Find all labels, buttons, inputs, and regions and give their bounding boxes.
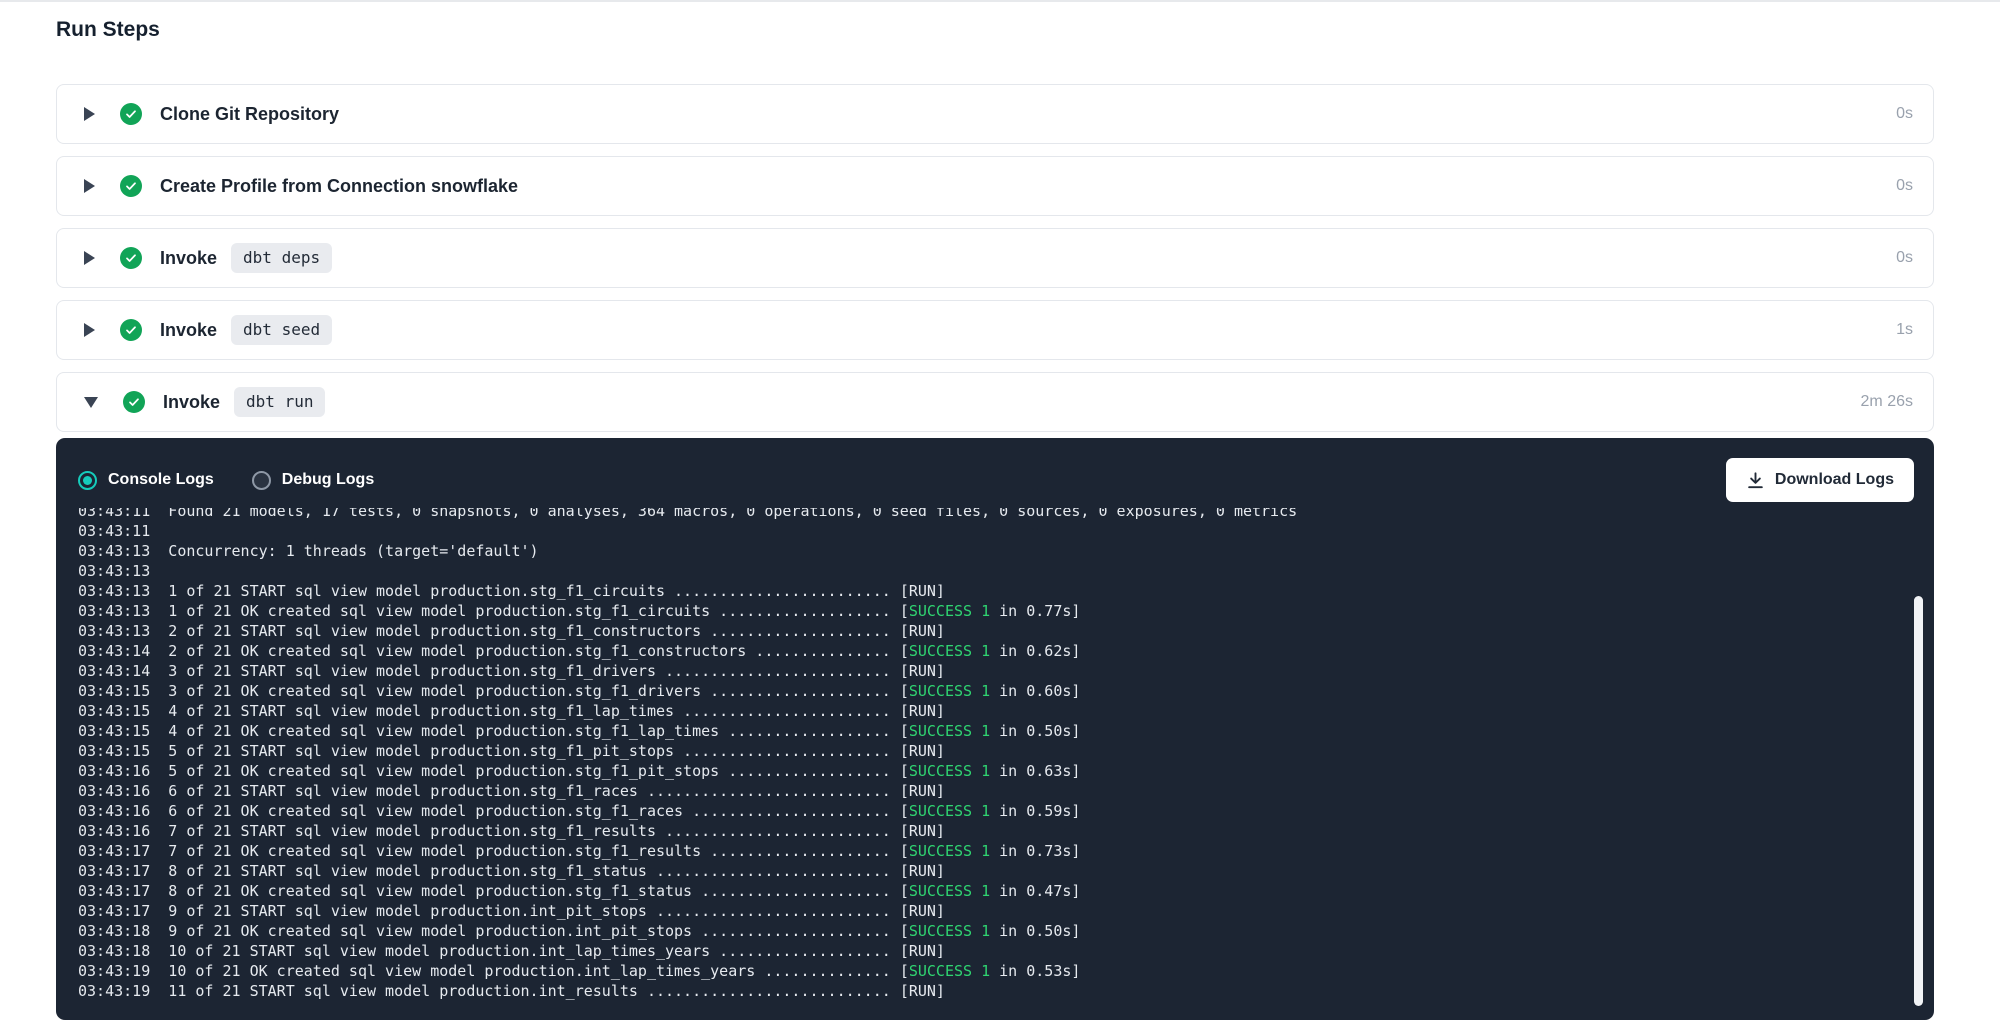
log-line: 03:43:18 9 of 21 OK created sql view mod… [78, 921, 1904, 941]
log-line: 03:43:18 10 of 21 START sql view model p… [78, 941, 1904, 961]
log-line: 03:43:15 4 of 21 OK created sql view mod… [78, 721, 1904, 741]
step-label: Invoke [160, 248, 217, 269]
log-line: 03:43:19 10 of 21 OK created sql view mo… [78, 961, 1904, 981]
download-icon [1746, 471, 1765, 490]
step-success-icon [120, 247, 142, 269]
log-line: 03:43:14 2 of 21 OK created sql view mod… [78, 641, 1904, 661]
log-line: 03:43:15 5 of 21 START sql view model pr… [78, 741, 1904, 761]
step-success-icon [123, 391, 145, 413]
step-success-icon [120, 103, 142, 125]
log-scrollbar-thumb[interactable] [1914, 596, 1923, 1006]
log-line: 03:43:14 3 of 21 START sql view model pr… [78, 661, 1904, 681]
radio-selected-icon[interactable] [78, 471, 97, 490]
step-command-chip: dbt run [234, 387, 325, 417]
step-card-3[interactable]: Invoke dbt deps 0s [56, 228, 1934, 288]
console-log-output[interactable]: 03:43:11 Found 21 models, 17 tests, 0 sn… [56, 508, 1904, 1006]
log-line: 03:43:13 [78, 561, 1904, 581]
log-line: 03:43:17 9 of 21 START sql view model pr… [78, 901, 1904, 921]
step-command-chip: dbt seed [231, 315, 332, 345]
step-success-icon [120, 175, 142, 197]
step-label: Invoke [163, 392, 220, 413]
step-label: Create Profile from Connection snowflake [160, 176, 518, 197]
step-command-chip: dbt deps [231, 243, 332, 273]
download-logs-button[interactable]: Download Logs [1726, 458, 1914, 502]
debug-logs-label: Debug Logs [282, 471, 374, 489]
log-line: 03:43:15 4 of 21 START sql view model pr… [78, 701, 1904, 721]
log-line: 03:43:16 6 of 21 START sql view model pr… [78, 781, 1904, 801]
log-line: 03:43:13 2 of 21 START sql view model pr… [78, 621, 1904, 641]
log-line: 03:43:11 Found 21 models, 17 tests, 0 sn… [78, 508, 1904, 521]
log-line: 03:43:13 1 of 21 OK created sql view mod… [78, 601, 1904, 621]
log-line: 03:43:16 6 of 21 OK created sql view mod… [78, 801, 1904, 821]
step-duration: 0s [1896, 177, 1913, 195]
log-toolbar: Console Logs Debug Logs Download Logs [56, 438, 1934, 502]
steps-list: Clone Git Repository0sCreate Profile fro… [56, 84, 1934, 432]
log-line: 03:43:17 8 of 21 OK created sql view mod… [78, 881, 1904, 901]
run-steps-page: Run Steps Clone Git Repository0sCreate P… [0, 0, 2000, 1029]
step-duration: 0s [1896, 249, 1913, 267]
console-logs-label: Console Logs [108, 471, 214, 489]
log-line: 03:43:16 5 of 21 OK created sql view mod… [78, 761, 1904, 781]
radio-dot [83, 476, 92, 485]
debug-logs-option[interactable]: Debug Logs [252, 471, 374, 490]
log-line: 03:43:15 3 of 21 OK created sql view mod… [78, 681, 1904, 701]
log-line: 03:43:17 7 of 21 OK created sql view mod… [78, 841, 1904, 861]
page-title: Run Steps [56, 18, 160, 42]
step-duration: 2m 26s [1861, 393, 1913, 411]
log-line: 03:43:13 Concurrency: 1 threads (target=… [78, 541, 1904, 561]
radio-unselected-icon[interactable] [252, 471, 271, 490]
log-line: 03:43:16 7 of 21 START sql view model pr… [78, 821, 1904, 841]
chevron-down-icon[interactable] [84, 397, 98, 408]
step-label: Clone Git Repository [160, 104, 339, 125]
log-line: 03:43:19 11 of 21 START sql view model p… [78, 981, 1904, 1001]
log-line: 03:43:17 8 of 21 START sql view model pr… [78, 861, 1904, 881]
step-card-4[interactable]: Invoke dbt seed 1s [56, 300, 1934, 360]
step-card-5[interactable]: Invoke dbt run 2m 26s [56, 372, 1934, 432]
chevron-right-icon[interactable] [84, 179, 95, 193]
step-card-1[interactable]: Clone Git Repository 0s [56, 84, 1934, 144]
log-line: 03:43:11 [78, 521, 1904, 541]
step-duration: 1s [1896, 321, 1913, 339]
console-log-panel: Console Logs Debug Logs Download Logs 03… [56, 438, 1934, 1020]
step-success-icon [120, 319, 142, 341]
chevron-right-icon[interactable] [84, 251, 95, 265]
step-label: Invoke [160, 320, 217, 341]
chevron-right-icon[interactable] [84, 107, 95, 121]
console-logs-option[interactable]: Console Logs [78, 471, 214, 490]
log-line: 03:43:13 1 of 21 START sql view model pr… [78, 581, 1904, 601]
download-logs-label: Download Logs [1775, 471, 1894, 489]
step-duration: 0s [1896, 105, 1913, 123]
chevron-right-icon[interactable] [84, 323, 95, 337]
step-card-2[interactable]: Create Profile from Connection snowflake… [56, 156, 1934, 216]
